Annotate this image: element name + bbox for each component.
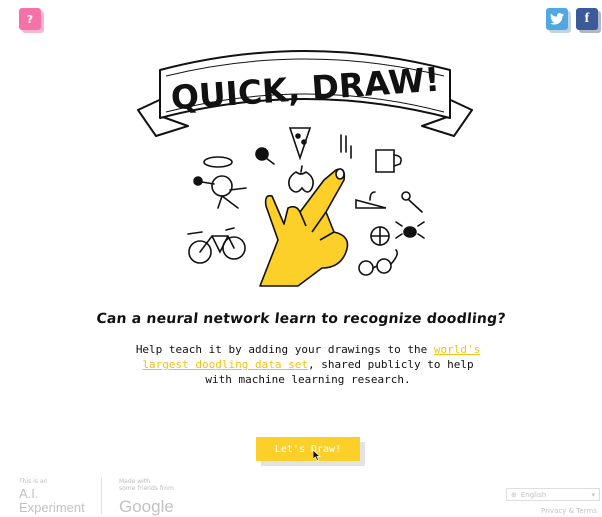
facebook-icon: f xyxy=(584,11,590,26)
doodle-mug-icon xyxy=(375,149,402,173)
ai-logo-line2: Experiment xyxy=(19,500,85,515)
twitter-share-button[interactable] xyxy=(546,8,568,30)
made-with-line1: Made with xyxy=(119,478,150,485)
description: Help teach it by adding your drawings to… xyxy=(128,342,488,387)
doodle-apple-icon xyxy=(288,165,314,193)
doodle-person-icon xyxy=(193,156,247,209)
doodle-spider-icon xyxy=(395,221,425,239)
chevron-down-icon: ▾ xyxy=(591,490,595,499)
doodle-bicycle-icon xyxy=(187,227,246,264)
lets-draw-button[interactable]: Let's Draw! xyxy=(256,437,360,461)
ai-experiment-caption: This is an xyxy=(19,478,48,485)
doodle-steam-icon xyxy=(340,134,352,159)
hero-illustration: QUICK, DRAW! xyxy=(137,50,473,287)
language-value: English xyxy=(520,490,547,499)
doodle-ball-icon xyxy=(370,226,390,246)
globe-icon: ⊕ xyxy=(511,490,517,499)
google-logo[interactable]: Google xyxy=(119,497,174,517)
facebook-share-button[interactable]: f xyxy=(576,8,598,30)
twitter-icon xyxy=(550,13,564,25)
privacy-terms-link[interactable]: Privacy & Terms xyxy=(541,507,597,515)
ai-logo-line1: A.I. xyxy=(19,486,39,501)
description-text-start: Help teach it by adding your drawings to… xyxy=(135,343,434,356)
headline: Can a neural network learn to recognize … xyxy=(95,311,507,327)
doodle-hammer-icon xyxy=(401,191,423,213)
doodle-pin-icon xyxy=(255,147,275,165)
footer-divider xyxy=(101,478,102,514)
language-select[interactable]: ⊕ English ▾ xyxy=(506,488,600,501)
pointing-hand xyxy=(259,168,349,287)
help-icon: ? xyxy=(26,12,34,26)
doodle-hanger-icon xyxy=(355,191,387,209)
made-with-caption: Made with some friends from xyxy=(119,478,174,492)
doodle-pizza-icon xyxy=(288,127,312,161)
mouse-cursor-icon xyxy=(313,450,321,461)
help-button[interactable]: ? xyxy=(19,8,41,30)
doodle-glasses-icon xyxy=(358,249,398,276)
ai-experiment-logo[interactable]: A.I. Experiment xyxy=(19,487,85,515)
made-with-line2: some friends from xyxy=(119,485,174,492)
